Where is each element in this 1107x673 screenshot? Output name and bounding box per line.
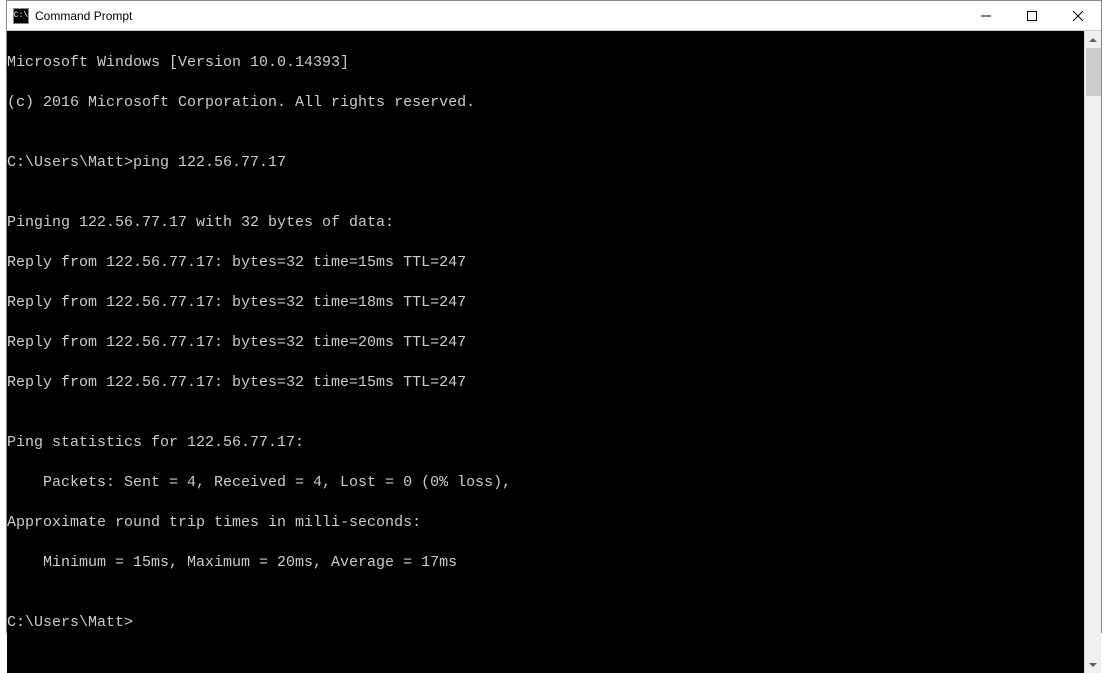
chevron-down-icon [1089, 663, 1097, 667]
cmd-icon: C:\ [13, 8, 29, 24]
command-prompt-window: C:\ Command Prompt Microsoft Windows [Ve… [6, 0, 1102, 633]
close-icon [1073, 11, 1083, 21]
vertical-scrollbar[interactable] [1084, 31, 1101, 673]
scroll-up-button[interactable] [1085, 31, 1101, 48]
content-area: Microsoft Windows [Version 10.0.14393] (… [7, 31, 1101, 673]
minimize-icon [981, 11, 991, 21]
maximize-button[interactable] [1009, 1, 1055, 31]
titlebar[interactable]: C:\ Command Prompt [7, 1, 1101, 31]
terminal-line: Reply from 122.56.77.17: bytes=32 time=1… [7, 253, 1084, 273]
terminal-output[interactable]: Microsoft Windows [Version 10.0.14393] (… [7, 31, 1084, 673]
window-title: Command Prompt [35, 9, 963, 23]
scroll-down-button[interactable] [1085, 656, 1101, 673]
terminal-prompt: C:\Users\Matt> [7, 613, 1084, 633]
terminal-line: Ping statistics for 122.56.77.17: [7, 433, 1084, 453]
terminal-line: Reply from 122.56.77.17: bytes=32 time=2… [7, 333, 1084, 353]
terminal-line: Pinging 122.56.77.17 with 32 bytes of da… [7, 213, 1084, 233]
terminal-line: Approximate round trip times in milli-se… [7, 513, 1084, 533]
terminal-line: (c) 2016 Microsoft Corporation. All righ… [7, 93, 1084, 113]
terminal-line: Microsoft Windows [Version 10.0.14393] [7, 53, 1084, 73]
terminal-line: Packets: Sent = 4, Received = 4, Lost = … [7, 473, 1084, 493]
window-controls [963, 1, 1101, 30]
terminal-line: Minimum = 15ms, Maximum = 20ms, Average … [7, 553, 1084, 573]
terminal-line: Reply from 122.56.77.17: bytes=32 time=1… [7, 293, 1084, 313]
close-button[interactable] [1055, 1, 1101, 31]
minimize-button[interactable] [963, 1, 1009, 31]
terminal-line: Reply from 122.56.77.17: bytes=32 time=1… [7, 373, 1084, 393]
terminal-line: C:\Users\Matt>ping 122.56.77.17 [7, 153, 1084, 173]
maximize-icon [1027, 11, 1037, 21]
scroll-thumb[interactable] [1086, 48, 1101, 96]
chevron-up-icon [1089, 38, 1097, 42]
